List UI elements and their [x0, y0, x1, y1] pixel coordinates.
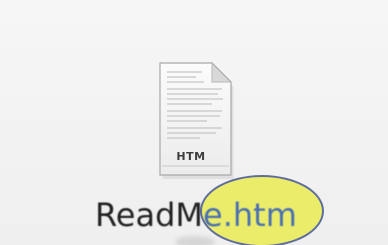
file-name-base: ReadM	[95, 196, 204, 234]
file-item-readme[interactable]: HTM ReadMe.htm	[0, 0, 388, 245]
icon-shadow	[175, 236, 215, 245]
file-name-extension: e.htm	[203, 196, 297, 234]
file-name-label[interactable]: ReadMe.htm	[95, 193, 297, 237]
file-type-badge: HTM	[176, 150, 206, 163]
desktop-area: HTM ReadMe.htm	[0, 0, 388, 245]
html-document-icon[interactable]	[152, 60, 236, 182]
